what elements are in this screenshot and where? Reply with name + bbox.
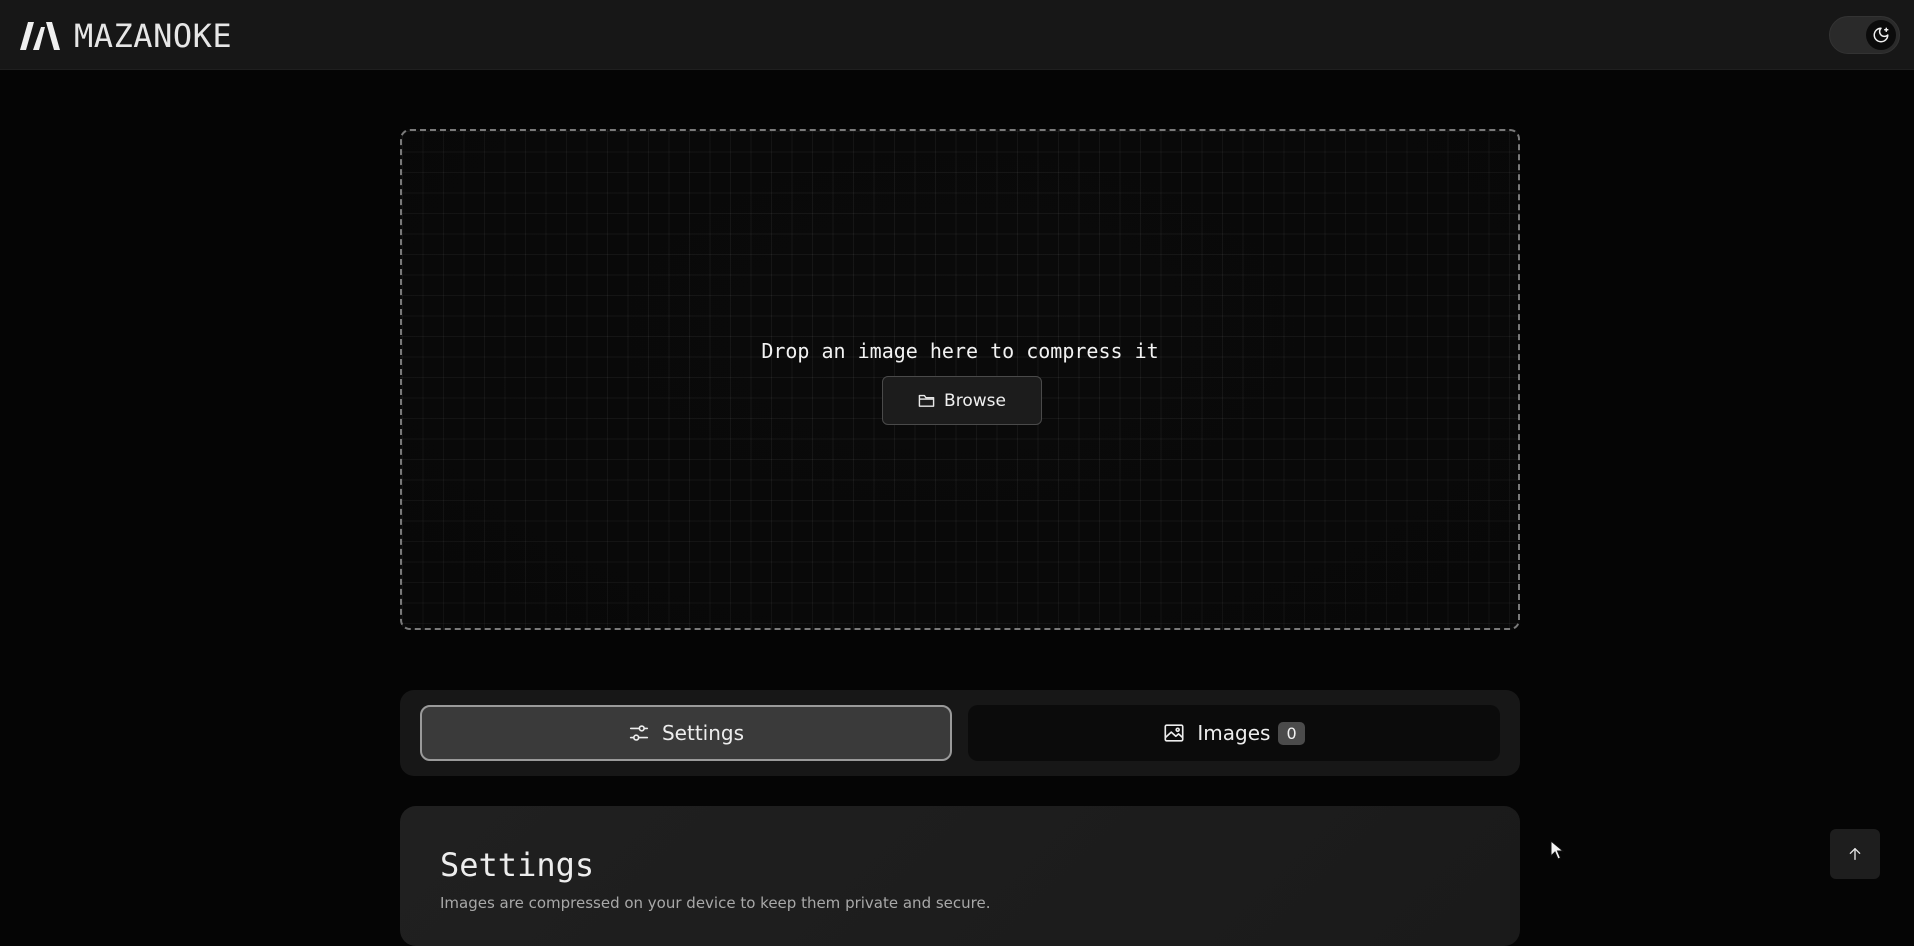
tab-settings-label: Settings [661, 721, 745, 745]
settings-description: Images are compressed on your device to … [440, 894, 991, 912]
logo-mark-icon [20, 22, 60, 50]
folder-icon [918, 394, 935, 407]
browse-button[interactable]: Browse [882, 376, 1042, 425]
dropzone-prompt: Drop an image here to compress it [761, 339, 1159, 363]
image-icon [1164, 724, 1184, 742]
tab-settings[interactable]: Settings [420, 705, 952, 761]
arrow-up-icon [1849, 848, 1861, 860]
image-dropzone[interactable]: Drop an image here to compress it Browse [400, 129, 1520, 630]
app-name: MAZANOKE [74, 17, 233, 55]
tab-images-label: Images [1197, 721, 1271, 745]
settings-title: Settings [440, 846, 595, 884]
browse-button-label: Browse [944, 390, 1006, 411]
app-header: MAZANOKE [0, 0, 1914, 70]
theme-toggle-knob [1866, 20, 1896, 50]
moon-icon [1873, 27, 1889, 43]
sliders-icon [629, 725, 649, 741]
settings-panel: Settings Images are compressed on your d… [400, 806, 1520, 946]
theme-toggle[interactable] [1829, 16, 1900, 54]
images-count-badge: 0 [1278, 721, 1305, 745]
scroll-to-top-button[interactable] [1830, 829, 1880, 879]
tab-images[interactable]: Images 0 [968, 705, 1500, 761]
app-logo[interactable]: MAZANOKE [20, 20, 232, 52]
mouse-cursor-icon [1550, 840, 1564, 860]
view-tabs: Settings Images 0 [400, 690, 1520, 776]
